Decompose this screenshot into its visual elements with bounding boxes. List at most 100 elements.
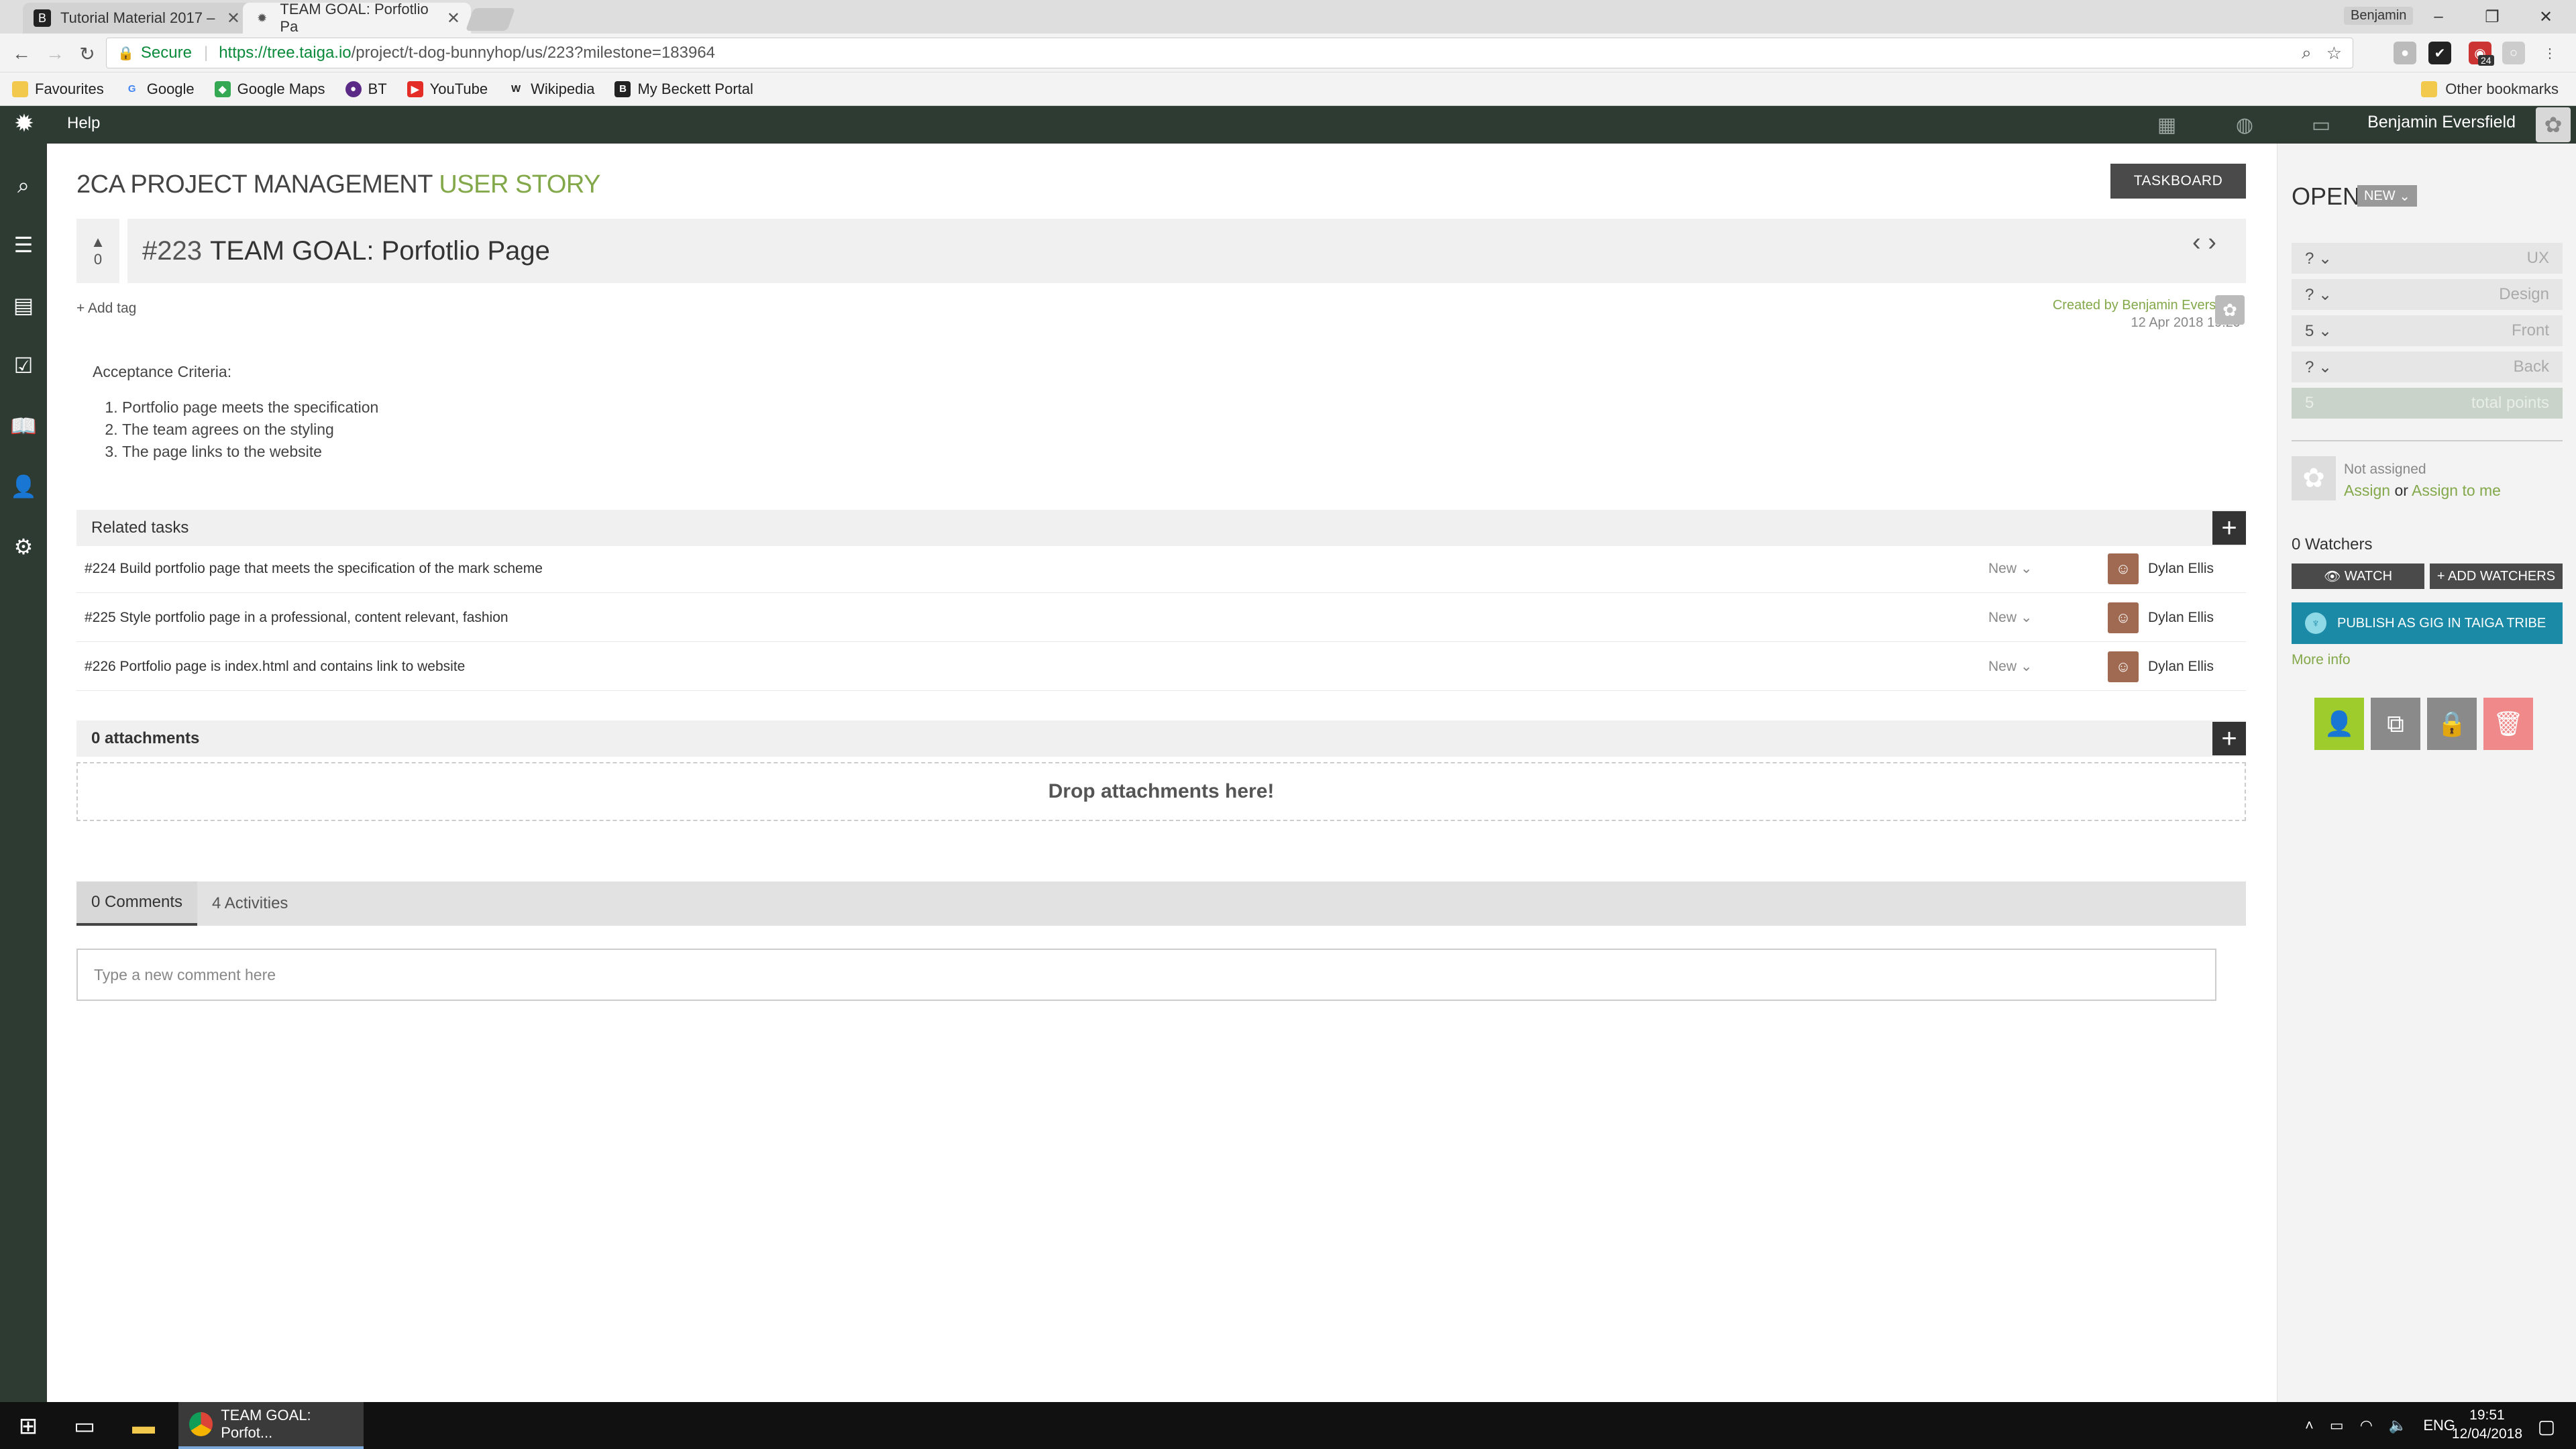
points-row-ux[interactable]: ? ⌄ UX [2292, 243, 2563, 274]
settings-gear-icon[interactable]: ⚙ [8, 531, 39, 562]
bookmark-favourites[interactable]: Favourites [12, 80, 104, 98]
task-status[interactable]: New ⌄ [1988, 658, 2032, 675]
assign-user-button[interactable]: 👤 [2314, 698, 2364, 750]
bookmark-google-maps[interactable]: ◆ Google Maps [214, 80, 325, 98]
chevron-up-icon[interactable]: ˄ [2305, 1417, 2314, 1434]
taskboard-button[interactable]: TASKBOARD [2110, 164, 2246, 199]
comment-input[interactable]: Type a new comment here [76, 949, 2216, 1001]
table-row[interactable]: #226 Portfolio page is index.html and co… [76, 643, 2246, 691]
kanban-icon[interactable]: ▤ [8, 290, 39, 321]
action-center-icon[interactable]: ▢ [2528, 1407, 2565, 1445]
avatar[interactable]: ✿ [2536, 107, 2571, 142]
tab-activities[interactable]: 4 Activities [197, 881, 303, 926]
window-close-icon[interactable]: ✕ [2516, 0, 2576, 34]
add-tag-button[interactable]: + Add tag [76, 301, 136, 317]
tab-comments[interactable]: 0 Comments [76, 881, 198, 926]
more-info-link[interactable]: More info [2292, 652, 2351, 668]
url-input[interactable]: 🔒 Secure | https://tree.taiga.io /projec… [106, 38, 2353, 68]
next-story-icon[interactable]: › [2208, 228, 2216, 256]
delete-button[interactable]: 🗑 [2483, 698, 2533, 750]
points-row-back[interactable]: ? ⌄ Back [2292, 352, 2563, 382]
story-description[interactable]: Acceptance Criteria: Portfolio page meet… [93, 361, 378, 463]
previous-story-icon[interactable]: ‹ [2192, 228, 2201, 256]
add-watchers-button[interactable]: + ADD WATCHERS [2430, 564, 2563, 589]
block-button[interactable]: 🔒 [2427, 698, 2477, 750]
chrome-taskbar-item[interactable]: TEAM GOAL: Porfot... [178, 1402, 364, 1449]
story-title[interactable]: TEAM GOAL: Porfotlio Page [210, 236, 550, 266]
wifi-icon[interactable]: ◠ [2360, 1417, 2373, 1434]
clone-button[interactable]: ⧉ [2371, 698, 2420, 750]
battery-icon[interactable]: ▭ [2330, 1417, 2344, 1434]
bookmark-wikipedia[interactable]: W Wikipedia [508, 80, 594, 98]
publish-gig-button[interactable]: ♆ PUBLISH AS GIG IN TAIGA TRIBE [2292, 602, 2563, 644]
other-bookmarks[interactable]: Other bookmarks [2421, 72, 2559, 106]
points-row-design[interactable]: ? ⌄ Design [2292, 279, 2563, 310]
avatar[interactable]: ☺ [2108, 553, 2139, 584]
vote-widget[interactable]: ▲ 0 [76, 219, 119, 283]
add-task-button[interactable]: + [2212, 511, 2246, 545]
taiga-logo-icon[interactable]: ✹ [11, 109, 38, 137]
browser-tab-tutorial[interactable]: B Tutorial Material 2017 – ✕ [23, 3, 251, 34]
search-icon[interactable]: ⌕ [8, 170, 39, 201]
clock[interactable]: 19:51 12/04/2018 [2452, 1406, 2522, 1444]
file-explorer-icon[interactable]: ▬ [125, 1407, 162, 1445]
avatar[interactable]: ✿ [2215, 295, 2245, 325]
points-row-front[interactable]: 5 ⌄ Front [2292, 315, 2563, 346]
windows-start-icon[interactable]: ⊞ [9, 1407, 47, 1445]
profile-chip[interactable]: Benjamin [2344, 7, 2414, 25]
task-assignee[interactable]: Dylan Ellis [2148, 659, 2214, 675]
menu-dots-icon[interactable]: ⋮ [2538, 42, 2561, 64]
task-link[interactable]: #224 Build portfolio page that meets the… [85, 561, 543, 577]
notifications-icon[interactable]: ▭ [2308, 111, 2334, 138]
bookmark-star-icon[interactable]: ☆ [2326, 43, 2342, 64]
minimize-icon[interactable]: – [2408, 0, 2469, 34]
bookmark-bt[interactable]: ● BT [345, 80, 387, 98]
help-link[interactable]: Help [67, 114, 100, 133]
issues-icon[interactable]: ☑ [8, 350, 39, 381]
task-status[interactable]: New ⌄ [1988, 609, 2032, 626]
discover-icon[interactable]: ◍ [2231, 111, 2258, 138]
attachment-dropzone[interactable]: Drop attachments here! [76, 762, 2246, 821]
task-view-icon[interactable]: ▭ [66, 1407, 103, 1445]
projects-grid-icon[interactable]: ▦ [2153, 111, 2180, 138]
backlog-icon[interactable]: ☰ [8, 229, 39, 260]
close-tab-icon[interactable]: ✕ [447, 9, 460, 28]
zoom-icon[interactable]: ⌕ [2302, 42, 2312, 64]
forward-icon[interactable]: → [42, 40, 68, 67]
avatar[interactable]: ☺ [2108, 651, 2139, 682]
reload-icon[interactable]: ↻ [74, 40, 101, 67]
language-indicator[interactable]: ENG [2423, 1417, 2455, 1434]
browser-tab-taiga[interactable]: ✹ TEAM GOAL: Porfotlio Pa ✕ [243, 1, 471, 35]
close-tab-icon[interactable]: ✕ [227, 9, 240, 28]
new-tab-button[interactable] [465, 8, 516, 31]
assign-link[interactable]: Assign [2344, 482, 2390, 499]
extension-grey-icon[interactable]: ● [2394, 42, 2416, 64]
task-link[interactable]: #226 Portfolio page is index.html and co… [85, 659, 465, 675]
upvote-icon[interactable]: ▲ [91, 233, 105, 251]
volume-icon[interactable]: 🔈 [2389, 1417, 2407, 1434]
task-status[interactable]: New ⌄ [1988, 560, 2032, 577]
add-attachment-button[interactable]: + [2212, 722, 2246, 755]
watch-button[interactable]: 👁 WATCH [2292, 564, 2424, 589]
maps-icon: ◆ [214, 80, 231, 97]
table-row[interactable]: #225 Style portfolio page in a professio… [76, 594, 2246, 642]
extension-circle-icon[interactable]: ○ [2502, 42, 2525, 64]
created-by[interactable]: Created by Benjamin Eversfield [2053, 297, 2241, 314]
restore-icon[interactable]: ❐ [2462, 0, 2522, 34]
project-name[interactable]: 2CA PROJECT MANAGEMENT [76, 170, 433, 199]
table-row[interactable]: #224 Build portfolio page that meets the… [76, 545, 2246, 593]
task-assignee[interactable]: Dylan Ellis [2148, 561, 2214, 577]
avatar[interactable]: ☺ [2108, 602, 2139, 633]
status-badge[interactable]: NEW ⌄ [2357, 185, 2417, 207]
user-name[interactable]: Benjamin Eversfield [2367, 113, 2516, 132]
back-icon[interactable]: ← [8, 40, 35, 67]
team-icon[interactable]: 👤 [8, 471, 39, 502]
wiki-icon[interactable]: 📖 [8, 411, 39, 441]
bookmark-google[interactable]: G Google [124, 80, 195, 98]
task-assignee[interactable]: Dylan Ellis [2148, 610, 2214, 626]
task-link[interactable]: #225 Style portfolio page in a professio… [85, 610, 508, 626]
bookmark-youtube[interactable]: ▶ YouTube [407, 80, 488, 98]
assign-to-me-link[interactable]: Assign to me [2412, 482, 2501, 499]
bookmark-beckett[interactable]: B My Beckett Portal [614, 80, 753, 98]
extension-shield-icon[interactable]: ✔ [2428, 42, 2451, 64]
